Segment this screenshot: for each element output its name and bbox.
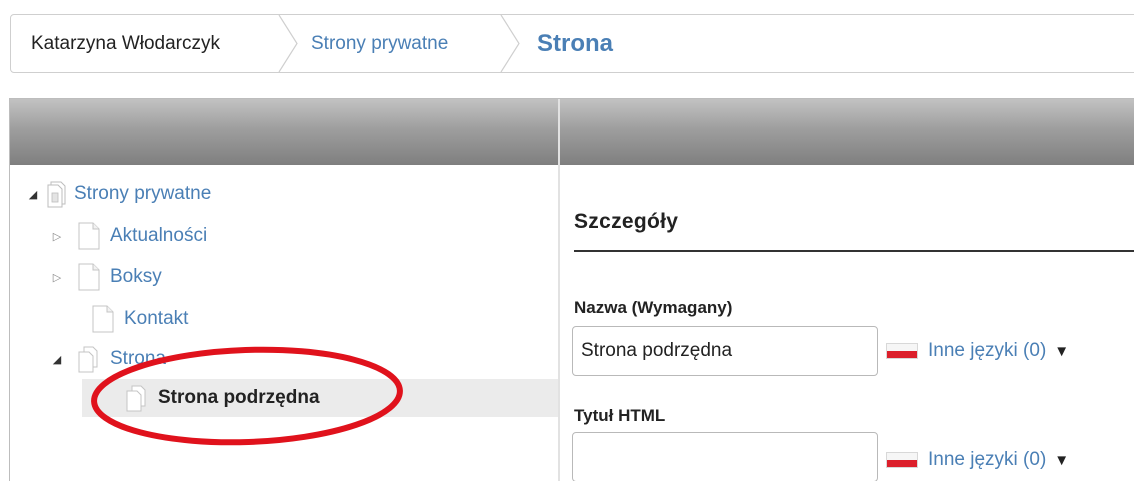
polish-flag-icon [886, 343, 918, 359]
collapsed-triangle-icon[interactable]: ▷ [50, 229, 64, 243]
details-section: Szczegóły [574, 210, 1134, 234]
breadcrumb-item-user[interactable]: Katarzyna Włodarczyk [11, 15, 298, 72]
page-stack-icon [124, 383, 150, 413]
breadcrumb-label: Katarzyna Włodarczyk [31, 32, 221, 54]
html-title-input[interactable] [572, 432, 878, 481]
page-icon [76, 221, 102, 251]
tree-item-label-selected: Strona podrzędna [158, 387, 320, 408]
other-languages-label: Inne języki (0) [928, 340, 1047, 361]
tree-item-strona[interactable]: ◢ Strona [50, 342, 166, 376]
polish-flag-icon [886, 452, 918, 468]
caret-down-icon: ▼ [1054, 342, 1070, 360]
tree-item-label: Boksy [110, 266, 162, 287]
column-divider [558, 99, 560, 481]
content-panel: ◢ Strony prywatne ▷ Aktualności ▷ Boksy … [9, 98, 1134, 481]
other-languages-link-name[interactable]: Inne języki (0) ▼ [886, 340, 1069, 362]
other-languages-label: Inne języki (0) [928, 449, 1047, 470]
collapsed-triangle-icon[interactable]: ▷ [50, 270, 64, 284]
expanded-triangle-icon[interactable]: ◢ [26, 187, 40, 201]
section-divider [574, 250, 1134, 252]
breadcrumb: Katarzyna Włodarczyk Strony prywatne Str… [10, 14, 1134, 73]
page-icon [76, 262, 102, 292]
breadcrumb-label: Strony prywatne [311, 32, 449, 54]
page-tree: ◢ Strony prywatne ▷ Aktualności ▷ Boksy … [10, 165, 558, 481]
tree-item-label: Kontakt [124, 308, 189, 329]
other-languages-link-html-title[interactable]: Inne języki (0) ▼ [886, 449, 1069, 471]
caret-down-icon: ▼ [1054, 451, 1070, 469]
tree-item-label: Aktualności [110, 225, 208, 246]
tree-item-root[interactable]: ◢ Strony prywatne [26, 177, 211, 211]
section-title: Szczegóły [574, 210, 679, 233]
tree-item-label: Strona [110, 348, 166, 369]
tree-item-label: Strony prywatne [74, 183, 212, 204]
page-stack-icon [44, 179, 70, 209]
tree-item-strona-podrzedna[interactable]: Strona podrzędna [124, 381, 320, 415]
breadcrumb-item-private-pages[interactable]: Strony prywatne [289, 15, 520, 72]
page-icon [90, 304, 116, 334]
breadcrumb-current-label: Strona [537, 29, 614, 57]
page-stack-icon [76, 344, 102, 374]
breadcrumb-item-current: Strona [515, 15, 613, 72]
expanded-triangle-icon[interactable]: ◢ [50, 352, 64, 366]
tree-item-kontakt[interactable]: Kontakt [76, 302, 188, 336]
name-input[interactable] [572, 326, 878, 376]
panel-header-bar [10, 99, 1134, 165]
field-label-html-title: Tytuł HTML [574, 406, 666, 425]
tree-item-aktualnosci[interactable]: ▷ Aktualności [50, 219, 207, 253]
field-label-name: Nazwa (Wymagany) [574, 298, 733, 317]
tree-item-boksy[interactable]: ▷ Boksy [50, 260, 162, 294]
